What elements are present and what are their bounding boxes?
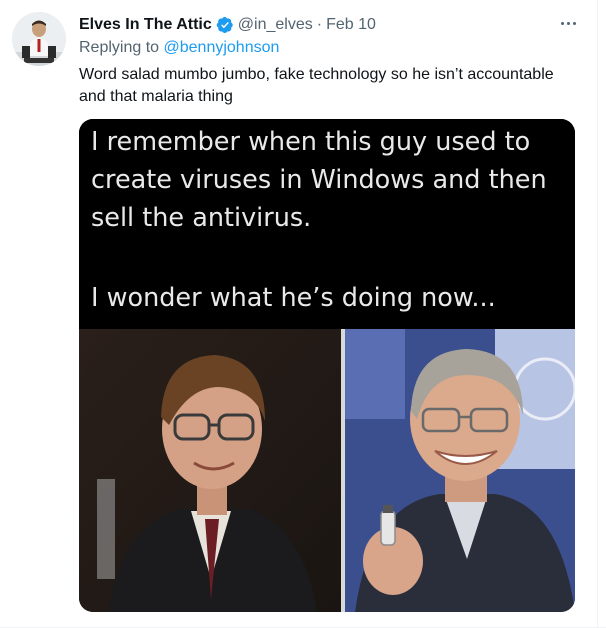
tweet-text: Word salad mumbo jumbo, fake technology …	[79, 66, 554, 105]
separator-dot: ·	[316, 16, 323, 33]
tweet-header: Elves In The Attic @in_elves · Feb 10	[79, 14, 376, 36]
meme-caption-line: I remember when this guy used to	[91, 127, 531, 157]
meme-caption-line: sell the antivirus.	[91, 203, 312, 233]
reply-target-link[interactable]: @bennyjohnson	[164, 39, 280, 56]
replying-to-label: Replying to	[79, 39, 160, 56]
column-divider	[597, 0, 598, 628]
tweet-card[interactable]: Elves In The Attic @in_elves · Feb 10 Re…	[0, 0, 606, 628]
author-handle[interactable]: @in_elves	[238, 16, 313, 34]
young-man-photo	[79, 329, 341, 612]
avatar-image	[12, 12, 66, 66]
tweet-media-image[interactable]: I remember when this guy used to create …	[79, 119, 575, 612]
meme-caption-line: I wonder what he’s doing now...	[91, 283, 496, 313]
meme-caption-area: I remember when this guy used to create …	[79, 119, 575, 329]
avatar[interactable]	[12, 12, 66, 66]
author-name[interactable]: Elves In The Attic	[79, 16, 212, 34]
replying-to: Replying to @bennyjohnson	[79, 39, 279, 57]
meme-caption-line: create viruses in Windows and then	[91, 165, 547, 195]
tweet-date[interactable]: Feb 10	[326, 16, 376, 34]
more-options-icon	[560, 21, 564, 25]
more-options-button[interactable]	[554, 12, 582, 34]
verified-badge-icon	[216, 16, 233, 34]
older-man-photo	[345, 329, 575, 612]
